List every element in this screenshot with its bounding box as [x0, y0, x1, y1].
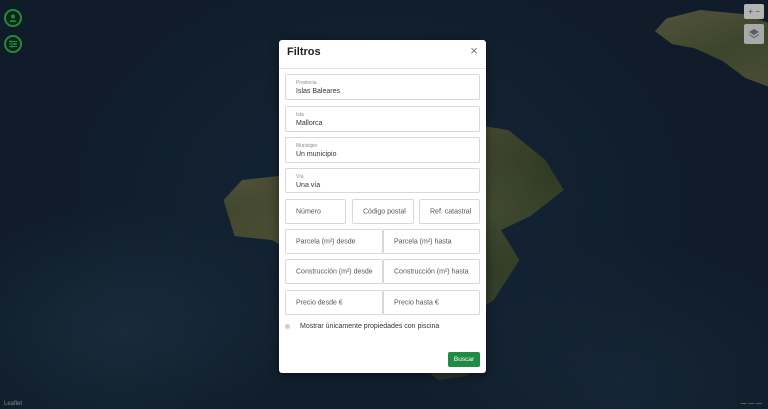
- numero-placeholder: Número: [296, 208, 321, 215]
- pool-toggle-row[interactable]: Mostrar únicamente propiedades con pisci…: [285, 320, 439, 332]
- parcela-desde-placeholder: Parcela (m²) desde: [296, 238, 356, 245]
- modal-title: Filtros: [287, 46, 321, 58]
- ref-catastral-placeholder: Ref. catastral: [430, 208, 472, 215]
- provincia-label: Provincia: [296, 80, 317, 86]
- construccion-desde-field[interactable]: Construcción (m²) desde: [285, 259, 383, 284]
- via-select[interactable]: Vía Una vía: [285, 168, 480, 193]
- close-icon[interactable]: ×: [468, 44, 480, 58]
- construccion-hasta-field[interactable]: Construcción (m²) hasta: [383, 259, 480, 284]
- pool-toggle[interactable]: [285, 323, 290, 329]
- parcela-hasta-placeholder: Parcela (m²) hasta: [394, 238, 452, 245]
- municipio-select[interactable]: Municipio Un municipio: [285, 137, 480, 163]
- numero-field[interactable]: Número: [285, 199, 346, 224]
- precio-hasta-placeholder: Precio hasta €: [394, 299, 439, 306]
- isla-label: Isla: [296, 112, 304, 118]
- codigo-postal-placeholder: Código postal: [363, 208, 406, 215]
- precio-desde-placeholder: Precio desde €: [296, 299, 343, 306]
- precio-desde-field[interactable]: Precio desde €: [285, 290, 383, 315]
- header-divider: [279, 68, 486, 69]
- ref-catastral-field[interactable]: Ref. catastral: [419, 199, 480, 224]
- precio-hasta-field[interactable]: Precio hasta €: [383, 290, 480, 315]
- construccion-desde-placeholder: Construcción (m²) desde: [296, 268, 373, 275]
- isla-value: Mallorca: [296, 120, 323, 127]
- parcela-desde-field[interactable]: Parcela (m²) desde: [285, 229, 383, 254]
- parcela-hasta-field[interactable]: Parcela (m²) hasta: [383, 229, 480, 254]
- provincia-value: Islas Baleares: [296, 88, 340, 95]
- provincia-select[interactable]: Provincia Islas Baleares: [285, 74, 480, 100]
- municipio-label: Municipio: [296, 143, 318, 149]
- filters-modal: Filtros × Provincia Islas Baleares Isla …: [279, 40, 486, 373]
- construccion-hasta-placeholder: Construcción (m²) hasta: [394, 268, 469, 275]
- municipio-value: Un municipio: [296, 151, 337, 158]
- via-label: Vía: [296, 174, 304, 180]
- via-value: Una vía: [296, 182, 321, 189]
- isla-select[interactable]: Isla Mallorca: [285, 106, 480, 132]
- codigo-postal-field[interactable]: Código postal: [352, 199, 414, 224]
- search-button[interactable]: Buscar: [448, 352, 480, 367]
- pool-toggle-label[interactable]: Mostrar únicamente propiedades con pisci…: [300, 323, 439, 330]
